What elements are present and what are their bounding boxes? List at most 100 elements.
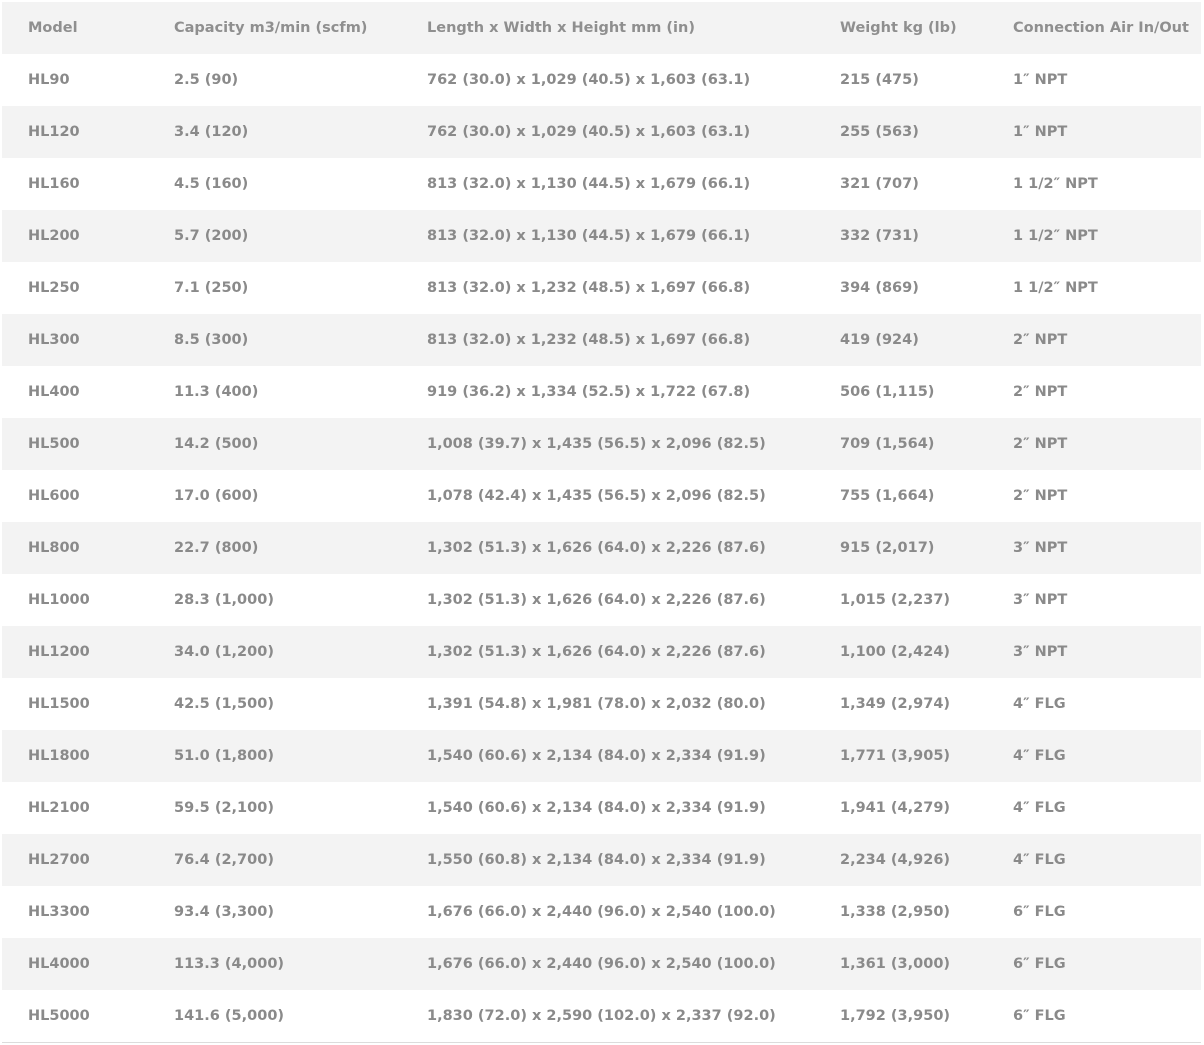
cell-connection: 6″ FLG bbox=[1013, 904, 1066, 920]
cell-model: HL200 bbox=[28, 228, 80, 244]
cell-model: HL300 bbox=[28, 332, 80, 348]
cell-weight: 2,234 (4,926) bbox=[840, 852, 951, 868]
header-weight: Weight kg (lb) bbox=[840, 20, 957, 36]
header-connection: Connection Air In/Out bbox=[1013, 20, 1189, 36]
cell-connection: 1 1/2″ NPT bbox=[1013, 176, 1098, 192]
cell-connection: 1 1/2″ NPT bbox=[1013, 228, 1098, 244]
cell-capacity: 22.7 (800) bbox=[174, 540, 259, 556]
cell-capacity: 14.2 (500) bbox=[174, 436, 259, 452]
cell-model: HL1000 bbox=[28, 592, 90, 608]
cell-dimensions: 813 (32.0) x 1,130 (44.5) x 1,679 (66.1) bbox=[427, 228, 751, 244]
table-row: HL1200 34.0 (1,200) 1,302 (51.3) x 1,626 (… bbox=[2, 626, 1201, 678]
cell-dimensions: 813 (32.0) x 1,232 (48.5) x 1,697 (66.8) bbox=[427, 332, 751, 348]
table-row: HL120 3.4 (120) 762 (30.0) x 1,029 (40.5) … bbox=[2, 106, 1201, 158]
spec-table: Model Capacity m3/min (scfm) Length x Wi… bbox=[2, 2, 1201, 1042]
cell-weight: 419 (924) bbox=[840, 332, 919, 348]
cell-dimensions: 1,830 (72.0) x 2,590 (102.0) x 2,337 (92… bbox=[427, 1008, 776, 1024]
cell-connection: 3″ NPT bbox=[1013, 540, 1068, 556]
cell-model: HL5000 bbox=[28, 1008, 90, 1024]
cell-dimensions: 1,302 (51.3) x 1,626 (64.0) x 2,226 (87.… bbox=[427, 540, 766, 556]
cell-capacity: 76.4 (2,700) bbox=[174, 852, 274, 868]
cell-connection: 2″ NPT bbox=[1013, 436, 1068, 452]
cell-dimensions: 1,078 (42.4) x 1,435 (56.5) x 2,096 (82.… bbox=[427, 488, 766, 504]
cell-dimensions: 762 (30.0) x 1,029 (40.5) x 1,603 (63.1) bbox=[427, 72, 751, 88]
cell-capacity: 17.0 (600) bbox=[174, 488, 259, 504]
cell-capacity: 8.5 (300) bbox=[174, 332, 249, 348]
cell-dimensions: 1,540 (60.6) x 2,134 (84.0) x 2,334 (91.… bbox=[427, 800, 766, 816]
header-capacity: Capacity m3/min (scfm) bbox=[174, 20, 368, 36]
header-row: Model Capacity m3/min (scfm) Length x Wi… bbox=[2, 2, 1201, 54]
cell-model: HL3300 bbox=[28, 904, 90, 920]
cell-weight: 709 (1,564) bbox=[840, 436, 935, 452]
cell-model: HL600 bbox=[28, 488, 80, 504]
cell-dimensions: 1,008 (39.7) x 1,435 (56.5) x 2,096 (82.… bbox=[427, 436, 766, 452]
cell-model: HL800 bbox=[28, 540, 80, 556]
cell-connection: 1 1/2″ NPT bbox=[1013, 280, 1098, 296]
cell-weight: 506 (1,115) bbox=[840, 384, 935, 400]
cell-capacity: 93.4 (3,300) bbox=[174, 904, 274, 920]
cell-capacity: 51.0 (1,800) bbox=[174, 748, 274, 764]
cell-model: HL500 bbox=[28, 436, 80, 452]
table-row: HL2100 59.5 (2,100) 1,540 (60.6) x 2,134 (… bbox=[2, 782, 1201, 834]
cell-model: HL1800 bbox=[28, 748, 90, 764]
cell-capacity: 141.6 (5,000) bbox=[174, 1008, 285, 1024]
cell-capacity: 3.4 (120) bbox=[174, 124, 249, 140]
cell-dimensions: 1,550 (60.8) x 2,134 (84.0) x 2,334 (91.… bbox=[427, 852, 766, 868]
cell-model: HL2700 bbox=[28, 852, 90, 868]
cell-connection: 1″ NPT bbox=[1013, 124, 1068, 140]
cell-dimensions: 813 (32.0) x 1,232 (48.5) x 1,697 (66.8) bbox=[427, 280, 751, 296]
cell-dimensions: 1,676 (66.0) x 2,440 (96.0) x 2,540 (100… bbox=[427, 904, 776, 920]
cell-capacity: 5.7 (200) bbox=[174, 228, 249, 244]
cell-capacity: 2.5 (90) bbox=[174, 72, 239, 88]
cell-model: HL120 bbox=[28, 124, 80, 140]
cell-model: HL90 bbox=[28, 72, 70, 88]
cell-weight: 394 (869) bbox=[840, 280, 919, 296]
cell-model: HL1200 bbox=[28, 644, 90, 660]
table-row: HL600 17.0 (600) 1,078 (42.4) x 1,435 (56.… bbox=[2, 470, 1201, 522]
cell-connection: 4″ FLG bbox=[1013, 748, 1066, 764]
cell-weight: 1,015 (2,237) bbox=[840, 592, 951, 608]
cell-model: HL1500 bbox=[28, 696, 90, 712]
spec-table-container: Model Capacity m3/min (scfm) Length x Wi… bbox=[2, 2, 1201, 1043]
table-row: HL160 4.5 (160) 813 (32.0) x 1,130 (44.5) … bbox=[2, 158, 1201, 210]
cell-weight: 1,771 (3,905) bbox=[840, 748, 951, 764]
cell-weight: 1,338 (2,950) bbox=[840, 904, 951, 920]
cell-weight: 1,361 (3,000) bbox=[840, 956, 951, 972]
table-row: HL1800 51.0 (1,800) 1,540 (60.6) x 2,134 (… bbox=[2, 730, 1201, 782]
table-row: HL500 14.2 (500) 1,008 (39.7) x 1,435 (56.… bbox=[2, 418, 1201, 470]
cell-capacity: 4.5 (160) bbox=[174, 176, 249, 192]
cell-capacity: 42.5 (1,500) bbox=[174, 696, 274, 712]
table-row: HL3300 93.4 (3,300) 1,676 (66.0) x 2,440 (… bbox=[2, 886, 1201, 938]
cell-dimensions: 1,391 (54.8) x 1,981 (78.0) x 2,032 (80.… bbox=[427, 696, 766, 712]
cell-connection: 3″ NPT bbox=[1013, 644, 1068, 660]
cell-model: HL160 bbox=[28, 176, 80, 192]
table-header: Model Capacity m3/min (scfm) Length x Wi… bbox=[2, 2, 1201, 54]
cell-connection: 4″ FLG bbox=[1013, 800, 1066, 816]
cell-model: HL2100 bbox=[28, 800, 90, 816]
table-row: HL250 7.1 (250) 813 (32.0) x 1,232 (48.5) … bbox=[2, 262, 1201, 314]
cell-weight: 1,349 (2,974) bbox=[840, 696, 951, 712]
table-row: HL400 11.3 (400) 919 (36.2) x 1,334 (52.5)… bbox=[2, 366, 1201, 418]
table-row: HL200 5.7 (200) 813 (32.0) x 1,130 (44.5) … bbox=[2, 210, 1201, 262]
cell-connection: 6″ FLG bbox=[1013, 1008, 1066, 1024]
cell-dimensions: 1,302 (51.3) x 1,626 (64.0) x 2,226 (87.… bbox=[427, 592, 766, 608]
table-row: HL1000 28.3 (1,000) 1,302 (51.3) x 1,626 (… bbox=[2, 574, 1201, 626]
cell-model: HL400 bbox=[28, 384, 80, 400]
cell-dimensions: 1,676 (66.0) x 2,440 (96.0) x 2,540 (100… bbox=[427, 956, 776, 972]
table-row: HL5000 141.6 (5,000) 1,830 (72.0) x 2,590 … bbox=[2, 990, 1201, 1042]
cell-connection: 2″ NPT bbox=[1013, 488, 1068, 504]
cell-connection: 6″ FLG bbox=[1013, 956, 1066, 972]
cell-capacity: 34.0 (1,200) bbox=[174, 644, 274, 660]
cell-weight: 255 (563) bbox=[840, 124, 919, 140]
table-row: HL90 2.5 (90) 762 (30.0) x 1,029 (40.5) x … bbox=[2, 54, 1201, 106]
cell-connection: 2″ NPT bbox=[1013, 332, 1068, 348]
cell-weight: 915 (2,017) bbox=[840, 540, 935, 556]
cell-weight: 1,100 (2,424) bbox=[840, 644, 951, 660]
cell-dimensions: 1,302 (51.3) x 1,626 (64.0) x 2,226 (87.… bbox=[427, 644, 766, 660]
cell-model: HL250 bbox=[28, 280, 80, 296]
cell-capacity: 113.3 (4,000) bbox=[174, 956, 285, 972]
cell-weight: 1,941 (4,279) bbox=[840, 800, 951, 816]
cell-connection: 2″ NPT bbox=[1013, 384, 1068, 400]
table-row: HL300 8.5 (300) 813 (32.0) x 1,232 (48.5) … bbox=[2, 314, 1201, 366]
cell-connection: 1″ NPT bbox=[1013, 72, 1068, 88]
